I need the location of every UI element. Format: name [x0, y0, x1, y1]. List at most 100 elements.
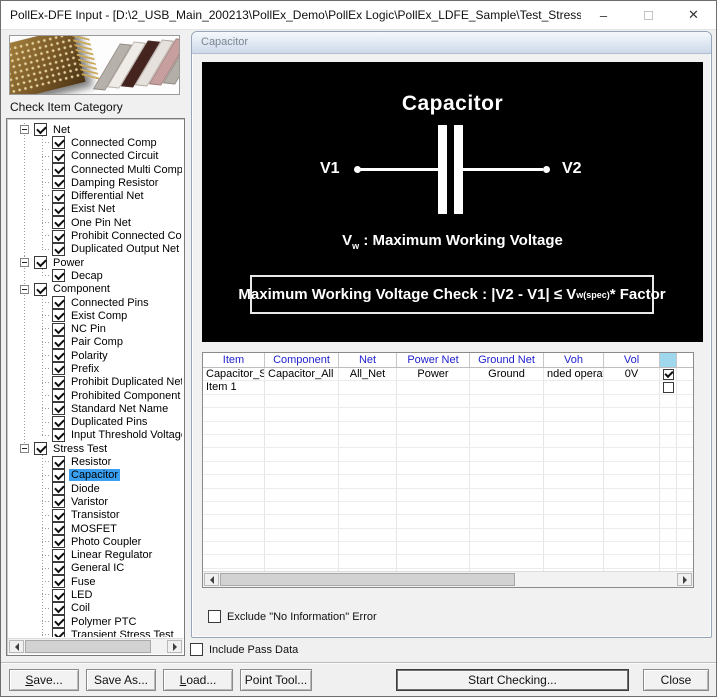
tree-item-stress-test[interactable]: Stress Test [9, 442, 182, 455]
row-checkbox-icon[interactable] [663, 382, 674, 393]
cell-component[interactable] [265, 381, 339, 393]
tree-item-power[interactable]: Power [9, 256, 182, 269]
cell-component[interactable]: Capacitor_All [265, 368, 339, 380]
minimize-button[interactable]: – [581, 1, 626, 29]
column-header-vol[interactable]: Vol [604, 353, 660, 367]
checkbox-icon[interactable] [52, 230, 65, 243]
tree-item-damping-resistor[interactable]: Damping Resistor [9, 176, 182, 189]
checkbox-icon[interactable] [52, 562, 65, 575]
checkbox-icon[interactable] [52, 176, 65, 189]
checkbox-icon[interactable] [52, 336, 65, 349]
checkbox-icon[interactable] [34, 283, 47, 296]
tree-item-polarity[interactable]: Polarity [9, 349, 182, 362]
checkbox-icon[interactable] [52, 150, 65, 163]
checkbox-icon[interactable] [52, 389, 65, 402]
checkbox-icon[interactable] [52, 296, 65, 309]
collapse-icon[interactable] [20, 258, 29, 267]
table-horizontal-scrollbar[interactable] [203, 571, 693, 587]
cell-net[interactable]: All_Net [339, 368, 397, 380]
tree-item-general-ic[interactable]: General IC [9, 562, 182, 575]
checkbox-icon[interactable] [52, 469, 65, 482]
save-button[interactable]: Save... [9, 669, 79, 691]
cell-vol[interactable] [604, 381, 660, 393]
tree-item-connected-circuit[interactable]: Connected Circuit [9, 150, 182, 163]
tree-item-photo-coupler[interactable]: Photo Coupler [9, 535, 182, 548]
tree-horizontal-scrollbar[interactable] [8, 638, 183, 654]
tree-item-prohibit-connected-comp[interactable]: Prohibit Connected Comp [9, 229, 182, 242]
column-header-net[interactable]: Net [339, 353, 397, 367]
tree-item-pair-comp[interactable]: Pair Comp [9, 336, 182, 349]
tree-item-prohibit-duplicated-net[interactable]: Prohibit Duplicated Net [9, 376, 182, 389]
checkbox-icon[interactable] [52, 535, 65, 548]
checkbox-icon[interactable] [52, 323, 65, 336]
scrollbar-thumb[interactable] [25, 640, 151, 653]
tree-item-net[interactable]: Net [9, 123, 182, 136]
checkbox-icon[interactable] [52, 416, 65, 429]
tree-item-duplicated-pins[interactable]: Duplicated Pins [9, 416, 182, 429]
column-header-voh[interactable]: Voh [544, 353, 604, 367]
checkbox-icon[interactable] [52, 362, 65, 375]
checkbox-icon[interactable] [52, 509, 65, 522]
save-as-button[interactable]: Save As... [86, 669, 156, 691]
checkbox-icon[interactable] [52, 482, 65, 495]
checkbox-icon[interactable] [34, 123, 47, 136]
row-checkbox-icon[interactable] [663, 369, 674, 380]
tree-item-fuse[interactable]: Fuse [9, 575, 182, 588]
checkbox-icon[interactable] [52, 429, 65, 442]
cell-ground-net[interactable]: Ground [470, 368, 544, 380]
checkbox-icon[interactable] [52, 628, 65, 637]
tree-item-led[interactable]: LED [9, 588, 182, 601]
include-pass-data-checkbox[interactable]: Include Pass Data [190, 643, 298, 656]
cell-power-net[interactable] [397, 381, 470, 393]
tree-item-connected-pins[interactable]: Connected Pins [9, 296, 182, 309]
collapse-icon[interactable] [20, 444, 29, 453]
checkbox-icon[interactable] [52, 243, 65, 256]
tree-item-coil[interactable]: Coil [9, 602, 182, 615]
checkbox-icon[interactable] [52, 349, 65, 362]
close-button[interactable]: Close [643, 669, 709, 691]
checkbox-icon[interactable] [52, 549, 65, 562]
checkbox-icon[interactable] [52, 163, 65, 176]
column-header-enabled[interactable] [660, 353, 677, 367]
start-checking-button[interactable]: Start Checking... [396, 669, 629, 691]
checkbox-icon[interactable] [52, 136, 65, 149]
checkbox-icon[interactable] [52, 402, 65, 415]
scroll-right-button[interactable] [167, 640, 182, 653]
checkbox-icon[interactable] [52, 203, 65, 216]
cell-power-net[interactable]: Power [397, 368, 470, 380]
cell-ground-net[interactable] [470, 381, 544, 393]
tree-item-resistor[interactable]: Resistor [9, 455, 182, 468]
cell-voh[interactable]: nded operati [544, 368, 604, 380]
tree-item-varistor[interactable]: Varistor [9, 495, 182, 508]
exclude-no-information-checkbox[interactable]: Exclude "No Information" Error [208, 610, 377, 623]
scroll-left-button[interactable] [204, 573, 219, 586]
load-button[interactable]: Load... [163, 669, 233, 691]
checkbox-icon[interactable] [52, 269, 65, 282]
tree-item-input-threshold-voltage[interactable]: Input Threshold Voltage [9, 429, 182, 442]
cell-net[interactable] [339, 381, 397, 393]
tree-item-diode[interactable]: Diode [9, 482, 182, 495]
table-row[interactable]: Item 1 [203, 381, 693, 394]
checkbox-icon[interactable] [190, 643, 203, 656]
tree-item-mosfet[interactable]: MOSFET [9, 522, 182, 535]
tree-item-polymer-ptc[interactable]: Polymer PTC [9, 615, 182, 628]
tree-item-connected-comp[interactable]: Connected Comp [9, 136, 182, 149]
tree-item-capacitor[interactable]: Capacitor [9, 469, 182, 482]
scrollbar-thumb[interactable] [220, 573, 515, 586]
tree-item-transistor[interactable]: Transistor [9, 509, 182, 522]
checkbox-icon[interactable] [52, 309, 65, 322]
tree-item-prefix[interactable]: Prefix [9, 362, 182, 375]
checkbox-icon[interactable] [34, 442, 47, 455]
tree-item-decap[interactable]: Decap [9, 269, 182, 282]
checkbox-icon[interactable] [52, 602, 65, 615]
scroll-left-button[interactable] [9, 640, 24, 653]
point-tool-button[interactable]: Point Tool... [240, 669, 312, 691]
scroll-right-button[interactable] [677, 573, 692, 586]
collapse-icon[interactable] [20, 125, 29, 134]
column-header-power-net[interactable]: Power Net [397, 353, 470, 367]
checkbox-icon[interactable] [52, 575, 65, 588]
checkbox-icon[interactable] [52, 376, 65, 389]
cell-vol[interactable]: 0V [604, 368, 660, 380]
tree-item-duplicated-output-net[interactable]: Duplicated Output Net [9, 243, 182, 256]
checkbox-icon[interactable] [52, 456, 65, 469]
